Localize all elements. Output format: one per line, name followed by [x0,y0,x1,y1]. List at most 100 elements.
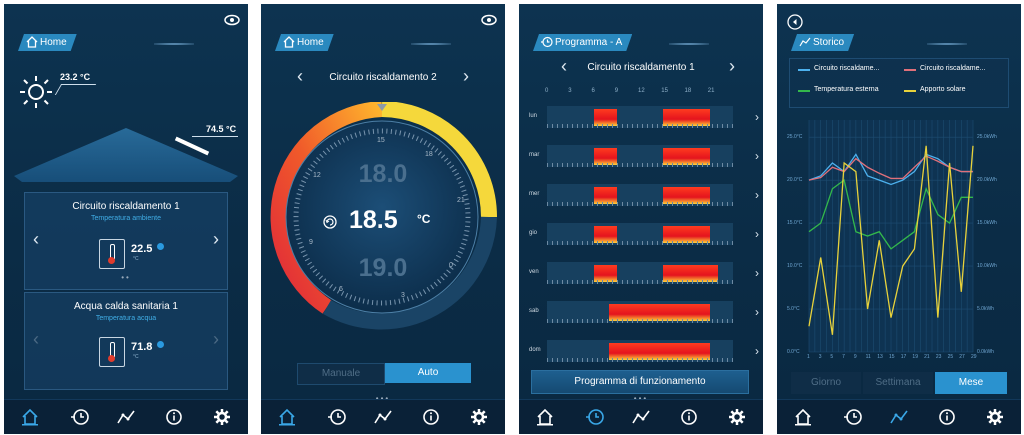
history-chart[interactable]: 0.0°C 5.0°C 10.0°C 15.0°C 20.0°C 25.0°C 0.0kWh… [777,112,1021,372]
nav-settings-gear-icon[interactable] [985,407,1005,427]
home-icon [283,36,295,48]
bottom-navigation [4,399,248,434]
day-row-ven[interactable]: ven › [525,262,759,284]
day-track[interactable] [547,223,733,245]
x-tick-label: 3 [818,354,822,360]
day-row-lun[interactable]: lun › [525,106,759,128]
page-title: Home [275,34,334,51]
card-heating-circuit-1[interactable]: Circuito riscaldamento 1 Temperatura amb… [24,192,228,290]
chevron-left-icon[interactable]: ‹ [33,229,39,250]
x-tick-label: 21 [924,354,930,360]
screen-home-2: Home ‹ Circuito riscaldamento 2 › 15 18 … [261,4,505,434]
x-tick-label: 17 [900,354,907,360]
day-label: ven [529,269,539,275]
legend-label[interactable]: Circuito riscaldame... [814,65,879,72]
day-row-mar[interactable]: mar › [525,145,759,167]
day-track[interactable] [547,301,733,323]
chevron-right-icon[interactable]: › [755,110,759,124]
chevron-right-icon[interactable]: › [463,66,469,87]
bottom-navigation [519,399,763,434]
nav-chart-icon[interactable] [116,407,136,427]
x-tick-label: 1 [807,354,810,360]
time-ticks [547,202,733,206]
nav-info-icon[interactable] [679,407,699,427]
chevron-left-icon[interactable]: ‹ [33,329,39,350]
nav-clock-icon[interactable] [585,407,605,427]
sun-icon [20,76,52,108]
day-track[interactable] [547,145,733,167]
nav-home-icon[interactable] [277,407,297,427]
x-tick-label: 5 [830,354,834,360]
chevron-right-icon[interactable]: › [729,56,735,77]
reset-icon[interactable] [323,215,337,229]
header-glow [154,43,194,45]
nav-info-icon[interactable] [164,407,184,427]
nav-info-icon[interactable] [421,407,441,427]
day-row-dom[interactable]: dom › [525,340,759,362]
eye-icon[interactable] [481,14,497,26]
chevron-right-icon[interactable]: › [755,188,759,202]
room-temperature-value: 22.5 [131,243,153,255]
legend-label[interactable]: Circuito riscaldame... [920,65,985,72]
chevron-right-icon[interactable]: › [755,266,759,280]
nav-chart-icon[interactable] [631,407,651,427]
nav-info-icon[interactable] [937,407,957,427]
x-tick-label: 27 [959,354,965,360]
legend-swatch [904,69,916,71]
y-left-tick-label: 5.0°C [787,306,800,313]
screen-program: Programma - A ‹ Circuito riscaldamento 1… [519,4,763,434]
header-label: Home [297,37,324,48]
temperature-unit: °C [417,212,431,226]
nav-clock-icon[interactable] [70,407,90,427]
chevron-right-icon[interactable]: › [755,305,759,319]
tab-week[interactable]: Settimana [863,372,933,394]
thermometer-icon [99,337,125,367]
nav-home-icon[interactable] [20,407,40,427]
outdoor-temperature: 23.2 °C [60,72,91,82]
tab-day[interactable]: Giorno [791,372,861,394]
nav-clock-icon[interactable] [327,407,347,427]
legend-label[interactable]: Apporto solare [920,86,966,93]
chevron-right-icon[interactable]: › [755,344,759,358]
card-hot-water-1[interactable]: Acqua calda sanitaria 1 Temperatura acqu… [24,292,228,390]
nav-home-icon[interactable] [535,407,555,427]
chevron-right-icon[interactable]: › [755,227,759,241]
mode-auto-button[interactable]: Auto [385,363,471,383]
nav-chart-icon[interactable] [889,407,909,427]
water-temperature-value: 71.8 [131,341,153,353]
operating-program-button[interactable]: Programma di funzionamento [531,370,749,394]
day-track[interactable] [547,340,733,362]
unit-label: °C [133,256,139,262]
day-track[interactable] [547,262,733,284]
day-track[interactable] [547,106,733,128]
house-roof [14,128,238,182]
chevron-right-icon[interactable]: › [755,149,759,163]
nav-settings-gear-icon[interactable] [469,407,489,427]
chart-canvas[interactable] [777,112,1021,372]
nav-settings-gear-icon[interactable] [212,407,232,427]
day-row-mer[interactable]: mer › [525,184,759,206]
hour-tick-label: 9 [614,88,619,94]
nav-home-icon[interactable] [793,407,813,427]
y-right-tick-label: 15.0kWh [977,220,997,227]
eye-icon[interactable] [224,14,240,26]
x-tick-label: 9 [853,354,857,360]
day-row-sab[interactable]: sab › [525,301,759,323]
unit-label: °C [133,354,139,360]
chevron-right-icon[interactable]: › [213,229,219,250]
chart-icon [799,36,811,48]
day-row-gio[interactable]: gio › [525,223,759,245]
chevron-right-icon[interactable]: › [213,329,219,350]
dial-tick-3: 3 [401,292,405,299]
legend-label[interactable]: Temperatura esterna [814,86,879,93]
mode-manual-button[interactable]: Manuale [297,363,385,385]
nav-clock-icon[interactable] [843,407,863,427]
header-glow [411,43,451,45]
y-left-tick-label: 10.0°C [787,263,803,270]
nav-settings-gear-icon[interactable] [727,407,747,427]
time-ticks [547,241,733,245]
nav-chart-icon[interactable] [373,407,393,427]
tab-month[interactable]: Mese [935,372,1007,394]
day-track[interactable] [547,184,733,206]
back-icon[interactable] [787,14,803,30]
